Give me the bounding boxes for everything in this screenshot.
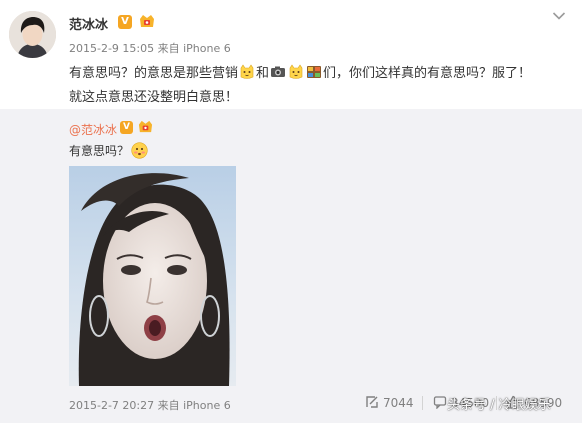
vip-badge-icon[interactable] <box>138 13 156 29</box>
repost-icon <box>366 396 378 408</box>
vip-badge-icon[interactable] <box>137 119 154 134</box>
weibo-post: 范冰冰 V 2015-2-9 15:05 来自 iPhone 6 有意思吗？的意… <box>0 0 582 423</box>
post-meta: 2015-2-9 15:05 来自 iPhone 6 <box>69 42 231 55</box>
repost-text-content: 有意思吗？ <box>69 144 130 158</box>
repost-photo[interactable] <box>69 166 236 386</box>
comment-icon <box>433 396 447 409</box>
repost-text: 有意思吗？ <box>69 142 148 159</box>
camera-emoji-icon <box>271 66 286 77</box>
repost-card[interactable]: @范冰冰 V 有意思吗？ 2015-2-7 20:27 来自 iPhone 6 … <box>0 109 582 423</box>
post-text-segment: 和 <box>256 66 270 81</box>
cat-emoji-icon <box>240 64 254 79</box>
action-divider <box>422 396 423 410</box>
verified-badge-icon: V <box>120 121 133 134</box>
username[interactable]: 范冰冰 <box>69 14 108 33</box>
repost-meta: 2015-2-7 20:27 来自 iPhone 6 <box>69 399 231 412</box>
chevron-down-icon[interactable] <box>552 11 566 21</box>
repost-count: 7044 <box>383 396 414 410</box>
avatar[interactable] <box>9 11 56 58</box>
post-text-line-2: 就这点意思还没整明白意思！ <box>69 90 239 105</box>
repost-action[interactable]: 7044 <box>365 395 414 410</box>
repost-username[interactable]: @范冰冰 <box>69 121 117 138</box>
post-text-segment: 有意思吗？的意思是那些营销 <box>69 66 239 81</box>
post-text: 有意思吗？的意思是那些营销 和 们，你们这样真的有意思吗？服了！ 就这点意思还没… <box>69 62 574 110</box>
embarrassed-emoji-icon <box>131 142 148 159</box>
verified-badge-icon: V <box>118 15 132 29</box>
post-text-segment: 们，你们这样真的有意思吗？服了！ <box>323 66 532 81</box>
watermark: 头条号 / 冷眼娱乐 <box>447 398 551 413</box>
cat-emoji-icon <box>289 64 303 79</box>
movie-emoji-icon <box>307 66 322 78</box>
